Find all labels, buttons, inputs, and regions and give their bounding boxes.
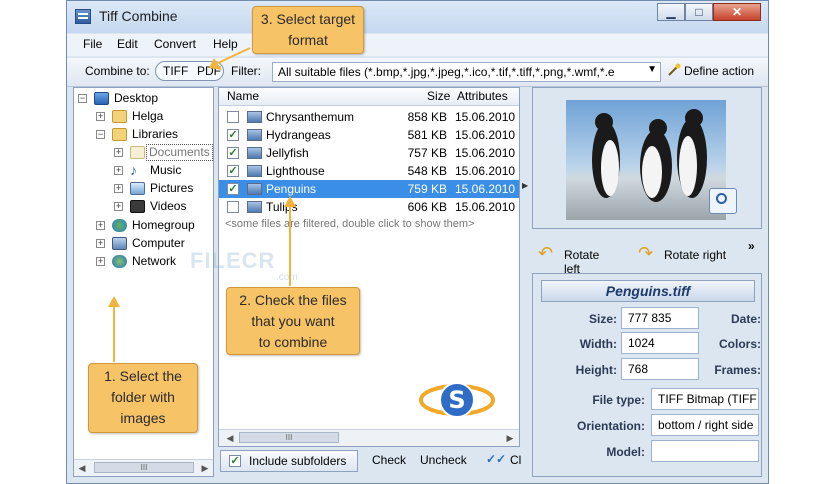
callout-line: 2. Check the files [239,292,347,308]
callout-line: that you want [251,313,335,329]
callout-line: to combine [258,334,328,350]
callout-line: format [288,32,328,48]
callout-line: 1. Select the [104,368,182,384]
callout-select-format: 3. Select target format [252,6,364,54]
callout-check-files: 2. Check the files that you want to comb… [226,287,360,355]
callout-line: 3. Select target [260,11,356,27]
callout-select-folder: 1. Select the folder with images [88,363,198,433]
callout-line: folder with [111,389,175,405]
callout-line: images [120,410,166,426]
